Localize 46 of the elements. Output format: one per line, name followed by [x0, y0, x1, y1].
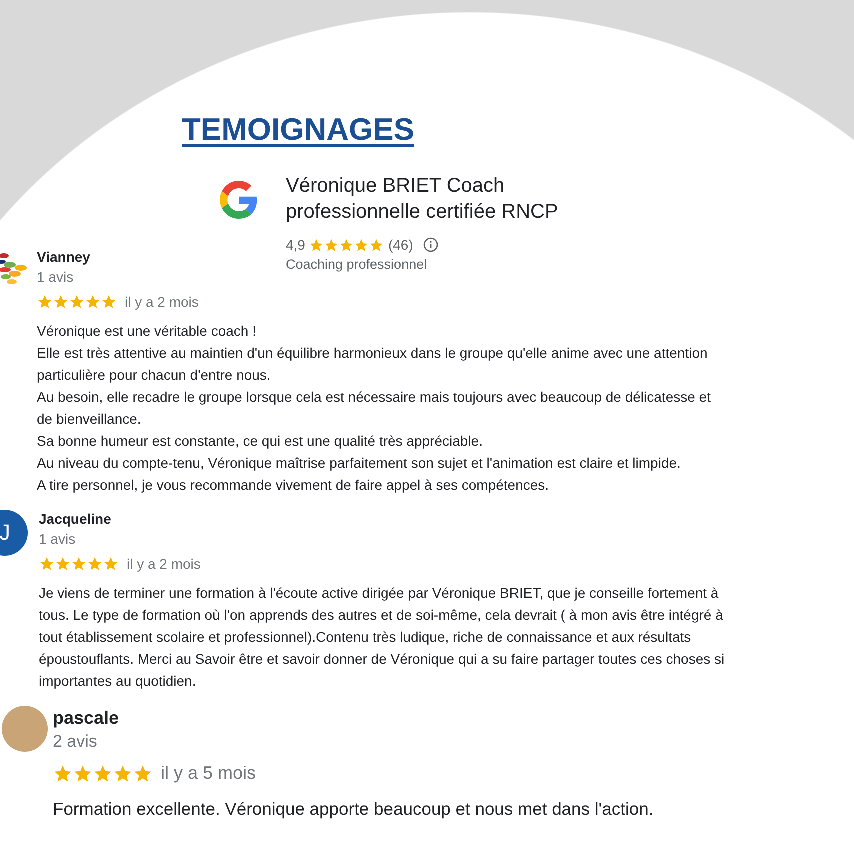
star-icon	[85, 294, 101, 310]
reviewer-name: Jacqueline	[39, 510, 112, 528]
reviewer-review-count: 2 avis	[53, 731, 98, 753]
business-name: Véronique BRIET Coach professionnelle certifiée RNCP	[286, 174, 560, 225]
page-title: TEMOIGNAGES	[182, 112, 415, 148]
star-icon	[309, 238, 324, 252]
star-icon	[53, 764, 73, 784]
review-text: Elle est très attentive au maintien d'un équilibre harmonieux dans le groupe qu'elle anime avec une attention particulière pour chacun d'entre nous.	[37, 344, 709, 385]
star-icon	[53, 294, 69, 310]
star-icon	[55, 556, 71, 572]
star-icon	[69, 294, 85, 310]
avatar: J	[0, 510, 28, 556]
star-icon	[339, 238, 354, 252]
review-text: Au niveau du compte-tenu, Véronique maîtrise parfaitement son sujet et l'animation est claire et limpide.	[37, 454, 682, 473]
info-icon[interactable]	[423, 237, 440, 253]
photo-placeholder	[2, 706, 48, 752]
review-text: Véronique est une véritable coach !	[37, 322, 258, 341]
star-icon	[354, 238, 370, 252]
star-icon	[93, 764, 113, 784]
review-date: il y a 2 mois	[127, 556, 201, 572]
star-icon	[103, 556, 119, 572]
rating-value: 4,9	[286, 237, 306, 253]
business-category: Coaching professionnel	[286, 257, 428, 272]
star-icon	[369, 238, 384, 252]
star-icon	[113, 764, 133, 784]
review-text: Formation excellente. Véronique apporte beaucoup et nous met dans l'action.	[53, 798, 655, 820]
star-icon	[133, 764, 153, 784]
review-date: il y a 5 mois	[161, 763, 256, 784]
star-icon	[101, 294, 117, 310]
review-text: A tire personnel, je vous recommande vivement de faire appel à ses compétences.	[37, 476, 550, 495]
star-icon	[71, 556, 87, 572]
review-count: (46)	[388, 237, 414, 253]
star-icon	[73, 764, 93, 784]
reviewer-name: Vianney	[37, 248, 90, 266]
reviewer-review-count: 1 avis	[39, 530, 76, 549]
review-date: il y a 2 mois	[125, 294, 199, 310]
reviewer-name: pascale	[53, 707, 120, 730]
review-text: Je viens de terminer une formation à l'écoute active dirigée par Véronique BRIET, que je conseille fortement à tous. Le type de formation où l'on apprends des autres et de soi-même, cela devrait ( à mon avis être intégré à tout établissement scolaire et professionnel).Contenu très ludique, riche de connaissance et aux résultats époustouflants. Merci au Savoir être et savoir donner de Véronique qui a su faire partager toutes ces choses si importantes au quotidien.	[39, 584, 726, 691]
star-icon	[324, 238, 340, 252]
star-icon	[39, 556, 55, 572]
star-icon	[37, 294, 53, 310]
star-icon	[87, 556, 103, 572]
review-text: Sa bonne humeur est constante, ce qui est une qualité très appréciable.	[37, 432, 484, 451]
g-logo-icon	[220, 181, 258, 219]
reviewer-review-count: 1 avis	[37, 268, 74, 287]
review-text: Au besoin, elle recadre le groupe lorsque cela est nécessaire mais toujours avec beaucoup de délicatesse et de bienveillance.	[37, 388, 712, 429]
